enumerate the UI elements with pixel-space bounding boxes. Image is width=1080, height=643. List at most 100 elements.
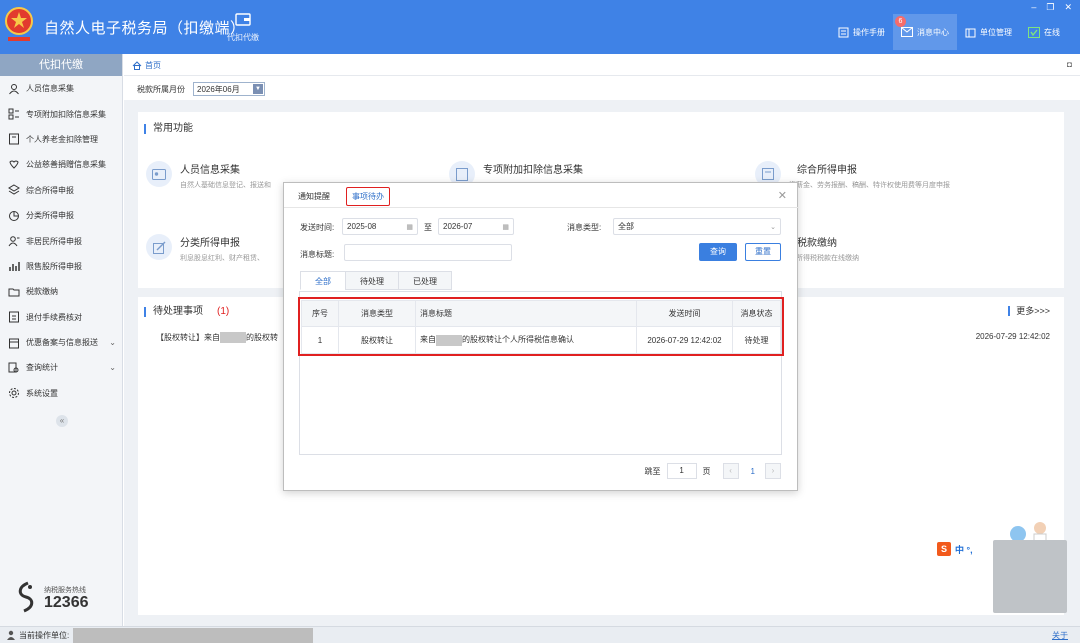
gear-icon xyxy=(9,388,19,399)
sidebar-item[interactable]: 人员信息采集 xyxy=(0,76,122,101)
sidebar-item[interactable]: 分类所得申报 xyxy=(0,203,122,228)
cell-status[interactable]: 待处理 xyxy=(732,326,781,354)
prev-page-icon[interactable]: ‹ xyxy=(722,463,739,479)
sidebar-item[interactable]: 退付手续费核对 xyxy=(0,305,122,330)
restore-icon[interactable]: ❐ xyxy=(1046,2,1054,13)
send-time-label: 发送时间: xyxy=(300,223,335,232)
func-classified-income[interactable]: 分类所得申报 利息股息红利、财产租赁、 xyxy=(146,234,264,263)
redacted-name xyxy=(220,332,246,344)
msg-type-select[interactable]: 全部 ⌄ xyxy=(613,218,781,235)
online-check-icon xyxy=(1028,26,1040,38)
tab-close-icon[interactable]: ◘ xyxy=(1067,60,1072,69)
date-to-value: 2026-07 xyxy=(443,222,473,231)
sidebar-item-label: 税款缴纳 xyxy=(26,287,58,297)
layers-icon xyxy=(8,184,20,195)
more-link[interactable]: 更多>>> xyxy=(1008,306,1050,316)
close-icon[interactable]: ✕ xyxy=(1064,2,1072,13)
col-title: 消息标题 xyxy=(415,300,637,327)
pending-item-prefix: 【股权转让】来自 xyxy=(156,333,220,342)
func-desc: 资薪金、劳务报酬、稿酬、特许权使用费等月度申报 xyxy=(789,182,950,189)
sidebar-item[interactable]: 优惠备案与信息报送 ⌄ xyxy=(0,330,122,355)
sidebar-item[interactable]: 综合所得申报 xyxy=(0,178,122,203)
chevron-down-icon: ⌄ xyxy=(770,223,776,231)
collapse-sidebar-button[interactable]: « xyxy=(56,415,68,427)
ime-toolbar[interactable]: S 中 °, xyxy=(935,540,991,558)
pending-title: 待处理事项 (1) xyxy=(144,307,229,317)
sidebar-item[interactable]: 限售股所得申报 xyxy=(0,254,122,279)
subtab-pending[interactable]: 待处理 xyxy=(345,271,399,290)
pending-item[interactable]: 【股权转让】来自 的股权转 xyxy=(156,332,278,344)
table-row[interactable]: 1 股权转让 来自 的股权转让个人所得税信息确认 2026-07-29 12:42… xyxy=(301,326,781,354)
func-name: 人员信息采集 xyxy=(180,165,240,176)
subtab-done[interactable]: 已处理 xyxy=(398,271,452,290)
window-controls: – ❐ ✕ xyxy=(1031,2,1072,13)
reset-button[interactable]: 重置 xyxy=(745,243,781,261)
dialog-close-icon[interactable]: ✕ xyxy=(778,189,787,202)
sidebar-item[interactable]: 个人养老金扣除管理 xyxy=(0,127,122,152)
about-link[interactable]: 关于 xyxy=(1052,630,1068,641)
tax-month-input[interactable]: 2026年06月 ▼ xyxy=(193,82,265,96)
sidebar-menu: 人员信息采集 专项附加扣除信息采集 个人养老金扣除管理 公益慈善捐赠信息采集 综合所得申… xyxy=(0,76,122,406)
chevron-down-icon[interactable]: ⌄ xyxy=(109,338,116,347)
func-name: 分类所得申报 xyxy=(180,238,240,249)
tab-todo[interactable]: 事项待办 xyxy=(346,187,390,206)
col-no: 序号 xyxy=(301,300,339,327)
func-desc: 自然人基础信息登记、报送和 xyxy=(180,182,271,189)
module-withholding[interactable]: 代扣代缴 xyxy=(222,12,264,43)
func-desc: 人所得税税款在线缴纳 xyxy=(789,255,859,262)
online-label: 在线 xyxy=(1044,27,1060,37)
tax-emblem-logo xyxy=(5,7,33,41)
breadcrumb-home[interactable]: 首页 xyxy=(145,60,161,71)
sidebar-item[interactable]: 非居民所得申报 xyxy=(0,228,122,253)
sidebar-item[interactable]: 税款缴纳 xyxy=(0,279,122,304)
msg-title-input[interactable] xyxy=(344,244,512,261)
next-page-icon[interactable]: › xyxy=(765,463,781,479)
dialog-tabs: 通知提醒 事项待办 xyxy=(296,187,390,206)
user-icon xyxy=(7,630,15,640)
edit-icon xyxy=(146,234,172,260)
hotline-block: 纳税服务热线 12366 xyxy=(14,581,104,615)
message-center-button[interactable]: 6 消息中心 xyxy=(893,14,957,50)
pagination: 跳至 1 页 ‹ 1 › xyxy=(645,463,781,479)
manual-label: 操作手册 xyxy=(853,27,885,37)
func-name: 综合所得申报 xyxy=(797,165,857,176)
online-status[interactable]: 在线 xyxy=(1020,14,1068,50)
id-card-icon xyxy=(146,161,172,187)
book-icon xyxy=(838,27,849,37)
subtab-all[interactable]: 全部 xyxy=(300,271,346,290)
col-status: 消息状态 xyxy=(732,300,781,327)
sidebar: 代扣代缴 人员信息采集 专项附加扣除信息采集 个人养老金扣除管理 公益慈善捐赠信息采集… xyxy=(0,54,123,626)
pager-page-input[interactable]: 1 xyxy=(666,463,697,479)
date-to-input[interactable]: 2026-07 ▦ xyxy=(438,218,514,235)
tab-notice[interactable]: 通知提醒 xyxy=(296,187,332,206)
sidebar-item[interactable]: 专项附加扣除信息采集 xyxy=(0,101,122,126)
cell-time: 2026-07-29 12:42:02 xyxy=(636,326,733,354)
pager-current[interactable]: 1 xyxy=(751,467,755,476)
query-button[interactable]: 查询 xyxy=(699,243,737,261)
func-person-info[interactable]: 人员信息采集自然人基础信息登记、报送和 xyxy=(146,161,271,190)
date-from-input[interactable]: 2025-08 ▦ xyxy=(342,218,418,235)
checklist-icon xyxy=(9,311,19,323)
chevron-down-icon[interactable]: ⌄ xyxy=(109,363,116,372)
unit-management-button[interactable]: 单位管理 xyxy=(957,14,1020,50)
home-icon[interactable] xyxy=(132,61,142,70)
overlay-placeholder xyxy=(993,540,1067,613)
col-type: 消息类型 xyxy=(338,300,416,327)
minimize-icon[interactable]: – xyxy=(1031,2,1036,13)
tax-month-selector: 税款所属月份 2026年06月 ▼ xyxy=(137,82,265,96)
dropdown-arrow-icon[interactable]: ▼ xyxy=(253,84,263,94)
current-unit-label: 当前操作单位: xyxy=(19,630,70,640)
message-dialog: 通知提醒 事项待办 ✕ 发送时间: 2025-08 ▦ 至 2026-07 ▦ 消息… xyxy=(283,182,799,491)
person-icon xyxy=(9,83,19,95)
status-subtabs: 全部 待处理 已处理 xyxy=(300,271,452,290)
sidebar-item[interactable]: 公益慈善捐赠信息采集 xyxy=(0,152,122,177)
table-header-row: 序号 消息类型 消息标题 发送时间 消息状态 xyxy=(301,300,781,327)
search-icon xyxy=(8,362,19,373)
sidebar-item[interactable]: 系统设置 xyxy=(0,381,122,406)
cell-title: 来自 的股权转让个人所得税信息确认 xyxy=(415,326,637,354)
sidebar-item-label: 非居民所得申报 xyxy=(26,236,82,246)
sidebar-item[interactable]: 查询统计 ⌄ xyxy=(0,355,122,380)
status-bar: 当前操作单位: 关于 xyxy=(0,626,1080,643)
sidebar-item-label: 查询统计 xyxy=(26,363,58,373)
manual-button[interactable]: 操作手册 xyxy=(830,14,893,50)
